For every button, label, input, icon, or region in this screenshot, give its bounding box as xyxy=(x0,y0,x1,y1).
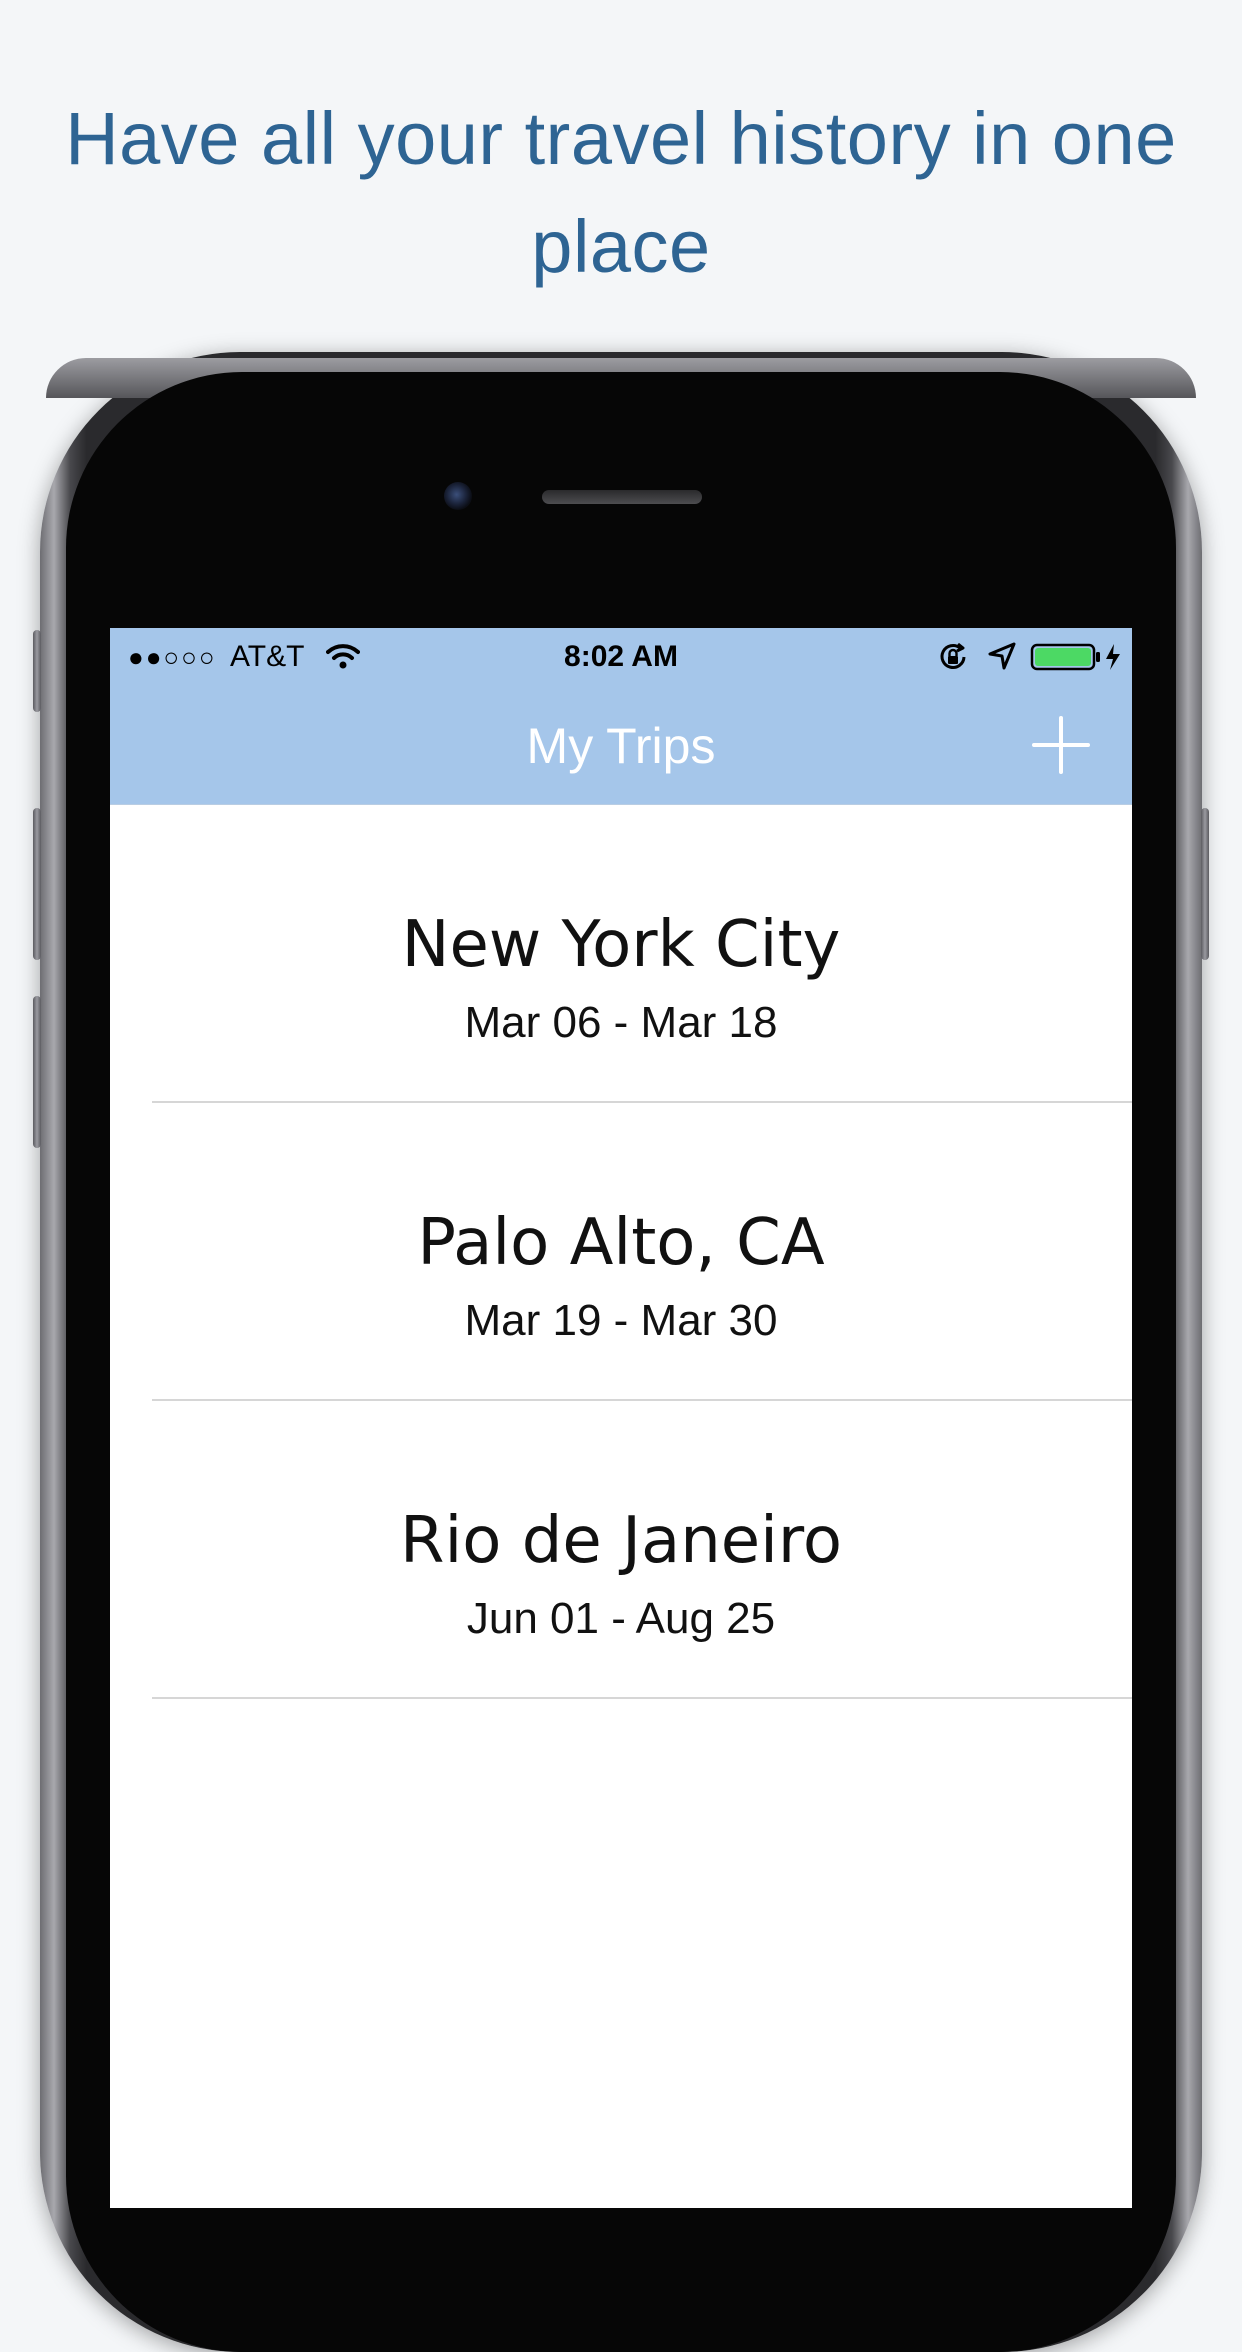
trip-city: New York City xyxy=(401,908,841,982)
mute-switch xyxy=(33,630,41,712)
status-time: 8:02 AM xyxy=(564,640,678,673)
earpiece-speaker xyxy=(542,490,702,504)
add-trip-button[interactable] xyxy=(1028,712,1094,778)
trip-dates: Mar 06 - Mar 18 xyxy=(464,998,778,1047)
trip-row[interactable]: Palo Alto, CA Mar 19 - Mar 30 xyxy=(110,1103,1132,1401)
trip-city: Rio de Janeiro xyxy=(400,1504,842,1578)
trip-list: New York City Mar 06 - Mar 18 Palo Alto,… xyxy=(110,805,1132,1699)
phone-screen: ●●○○○ AT&T 8:02 AM My Trips New York Cit… xyxy=(110,628,1132,2208)
location-arrow-icon xyxy=(988,642,1016,670)
nav-title: My Trips xyxy=(526,718,716,774)
power-button xyxy=(1201,808,1209,960)
volume-up-button xyxy=(33,808,41,960)
status-bar: ●●○○○ AT&T 8:02 AM xyxy=(110,628,1132,688)
rotation-lock-icon xyxy=(940,642,966,669)
trip-dates: Jun 01 - Aug 25 xyxy=(466,1594,776,1643)
battery-charging-icon xyxy=(1030,643,1120,671)
promo-headline: Have all your travel history in one plac… xyxy=(65,97,1177,288)
navigation-bar: My Trips xyxy=(110,688,1132,805)
front-camera xyxy=(444,482,472,510)
trip-dates: Mar 19 - Mar 30 xyxy=(464,1296,778,1345)
trip-row[interactable]: New York City Mar 06 - Mar 18 xyxy=(110,805,1132,1103)
plus-icon xyxy=(1032,716,1090,774)
trip-row[interactable]: Rio de Janeiro Jun 01 - Aug 25 xyxy=(110,1401,1132,1699)
trip-city: Palo Alto, CA xyxy=(417,1206,825,1280)
volume-down-button xyxy=(33,996,41,1148)
